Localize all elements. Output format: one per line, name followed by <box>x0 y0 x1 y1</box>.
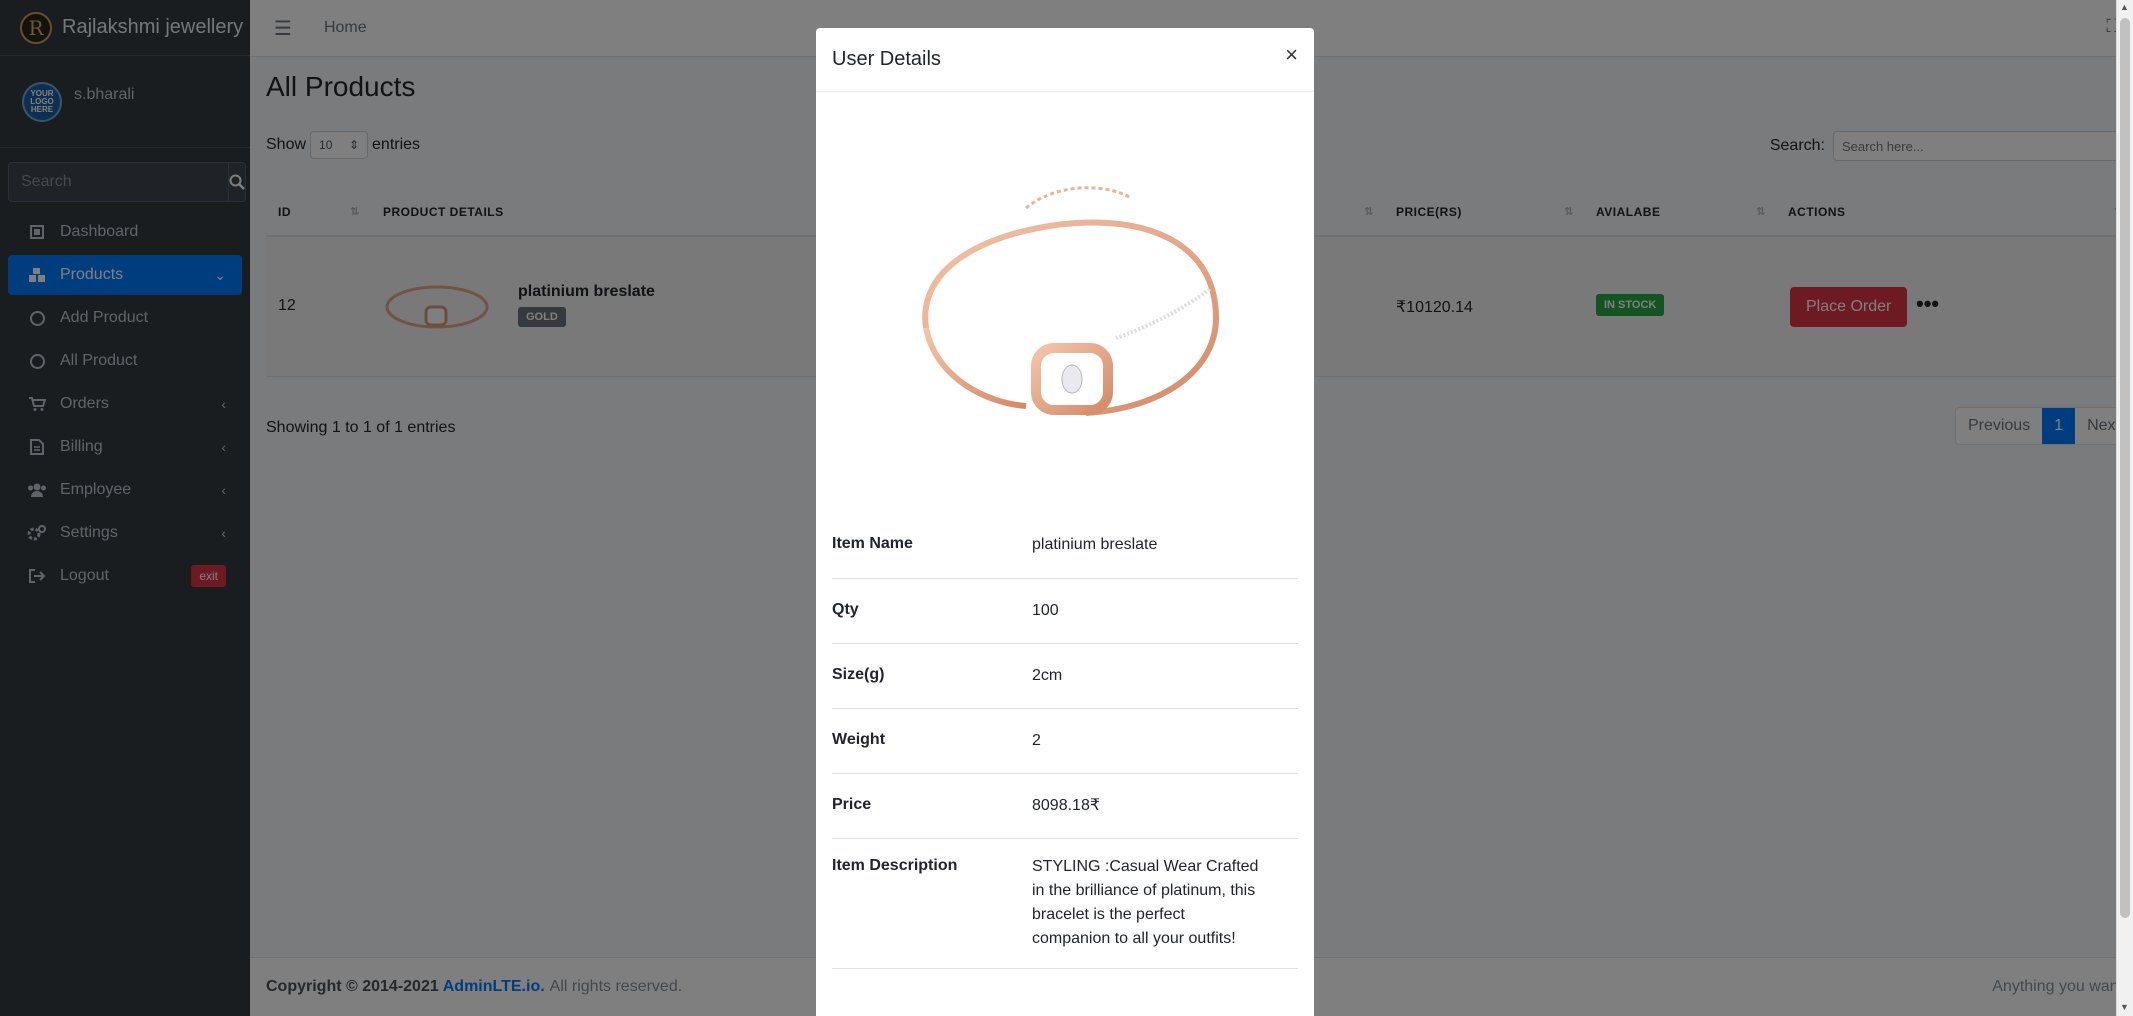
detail-value: 100 <box>1032 602 1059 619</box>
detail-row-size: Size(g) 2cm <box>832 644 1298 709</box>
detail-row-price: Price 8098.18₹ <box>832 774 1298 839</box>
detail-value: 2 <box>1032 732 1041 749</box>
detail-row-qty: Qty 100 <box>832 579 1298 644</box>
detail-row-item-name: Item Name platinium breslate <box>832 513 1298 579</box>
modal-header: User Details × <box>816 28 1314 92</box>
detail-key: Item Name <box>832 535 913 552</box>
detail-key: Item Description <box>832 857 958 874</box>
detail-value: 8098.18₹ <box>1032 797 1101 814</box>
scroll-up-icon[interactable]: ▲ <box>2120 2 2129 12</box>
detail-row-item-description: Item Description STYLING :Casual Wear Cr… <box>832 839 1298 969</box>
detail-value: 2cm <box>1032 667 1063 684</box>
detail-row-weight: Weight 2 <box>832 709 1298 774</box>
detail-value: STYLING :Casual Wear Crafted in the bril… <box>1032 858 1259 947</box>
scrollbar[interactable]: ▲ ▼ <box>2116 0 2133 1016</box>
scrollbar-thumb[interactable] <box>2120 18 2130 918</box>
product-image <box>922 186 1220 416</box>
detail-key: Weight <box>832 731 886 748</box>
close-icon[interactable]: × <box>1285 42 1298 68</box>
detail-key: Size(g) <box>832 666 885 683</box>
user-details-modal: User Details × Item Name platinium bresl… <box>816 28 1314 1016</box>
modal-title: User Details <box>832 48 941 70</box>
scroll-down-icon[interactable]: ▼ <box>2120 1002 2129 1012</box>
detail-key: Price <box>832 796 872 813</box>
detail-key: Qty <box>832 601 859 618</box>
detail-value: platinium breslate <box>1032 536 1158 553</box>
